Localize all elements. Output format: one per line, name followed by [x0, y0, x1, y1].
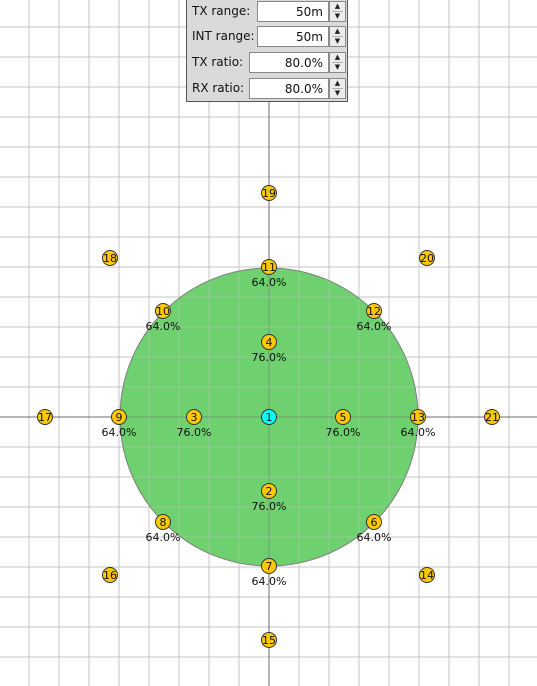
- node-percent-label: 64.0%: [102, 426, 137, 439]
- node-id-label: 5: [340, 411, 347, 424]
- node-id-label: 6: [371, 516, 378, 529]
- rx-ratio-label: RX ratio:: [192, 81, 245, 95]
- node-percent-label: 64.0%: [146, 531, 181, 544]
- node-14[interactable]: 14: [419, 567, 435, 583]
- tx-range-row: TX range: 50m ▲ ▼: [187, 0, 347, 24]
- node-id-label: 18: [103, 252, 117, 265]
- node-percent-label: 76.0%: [326, 426, 361, 439]
- node-percent-label: 76.0%: [252, 351, 287, 364]
- radio-settings-panel: TX range: 50m ▲ ▼ INT range: 50m ▲ ▼ TX …: [186, 0, 348, 102]
- node-id-label: 13: [411, 411, 425, 424]
- node-id-label: 17: [38, 411, 52, 424]
- node-id-label: 19: [262, 187, 276, 200]
- node-id-label: 3: [191, 411, 198, 424]
- node-1[interactable]: 1: [261, 409, 277, 425]
- node-id-label: 8: [160, 516, 167, 529]
- node-21[interactable]: 21: [484, 409, 500, 425]
- node-17[interactable]: 17: [37, 409, 53, 425]
- node-19[interactable]: 19: [261, 185, 277, 201]
- node-percent-label: 64.0%: [401, 426, 436, 439]
- node-id-label: 21: [485, 411, 499, 424]
- node-percent-label: 64.0%: [357, 531, 392, 544]
- up-arrow-icon[interactable]: ▲: [332, 79, 343, 89]
- up-arrow-icon[interactable]: ▲: [332, 27, 343, 37]
- node-id-label: 10: [156, 305, 170, 318]
- node-id-label: 12: [367, 305, 381, 318]
- node-18[interactable]: 18: [102, 250, 118, 266]
- node-id-label: 20: [420, 252, 434, 265]
- network-canvas[interactable]: 1276.0%376.0%476.0%576.0%664.0%764.0%864…: [0, 0, 537, 686]
- down-arrow-icon[interactable]: ▼: [332, 37, 343, 46]
- tx-ratio-row: TX ratio: 80.0% ▲ ▼: [187, 51, 347, 75]
- tx-ratio-spinner[interactable]: ▲ ▼: [329, 52, 346, 73]
- node-id-label: 7: [266, 560, 273, 573]
- node-percent-label: 76.0%: [252, 500, 287, 513]
- node-percent-label: 64.0%: [252, 276, 287, 289]
- node-id-label: 4: [266, 336, 273, 349]
- node-id-label: 15: [262, 634, 276, 647]
- node-15[interactable]: 15: [261, 632, 277, 648]
- down-arrow-icon[interactable]: ▼: [332, 63, 343, 72]
- int-range-spinner[interactable]: ▲ ▼: [329, 26, 346, 47]
- tx-ratio-label: TX ratio:: [192, 55, 244, 69]
- node-id-label: 11: [262, 261, 276, 274]
- node-percent-label: 64.0%: [146, 320, 181, 333]
- node-id-label: 14: [420, 569, 434, 582]
- rx-ratio-field[interactable]: 80.0%: [249, 78, 329, 99]
- int-range-field[interactable]: 50m: [257, 26, 329, 47]
- node-percent-label: 64.0%: [252, 575, 287, 588]
- node-id-label: 2: [266, 485, 273, 498]
- node-20[interactable]: 20: [419, 250, 435, 266]
- node-id-label: 1: [266, 411, 273, 424]
- down-arrow-icon[interactable]: ▼: [332, 89, 343, 98]
- rx-ratio-row: RX ratio: 80.0% ▲ ▼: [187, 77, 347, 101]
- node-percent-label: 76.0%: [177, 426, 212, 439]
- tx-range-field[interactable]: 50m: [257, 1, 329, 22]
- node-id-label: 16: [103, 569, 117, 582]
- node-percent-label: 64.0%: [357, 320, 392, 333]
- int-range-label: INT range:: [192, 29, 255, 43]
- up-arrow-icon[interactable]: ▲: [332, 2, 343, 12]
- down-arrow-icon[interactable]: ▼: [332, 12, 343, 21]
- tx-ratio-field[interactable]: 80.0%: [249, 52, 329, 73]
- tx-range-label: TX range:: [192, 4, 251, 18]
- rx-ratio-spinner[interactable]: ▲ ▼: [329, 78, 346, 99]
- int-range-row: INT range: 50m ▲ ▼: [187, 25, 347, 49]
- tx-range-spinner[interactable]: ▲ ▼: [329, 1, 346, 22]
- up-arrow-icon[interactable]: ▲: [332, 53, 343, 63]
- node-16[interactable]: 16: [102, 567, 118, 583]
- node-id-label: 9: [116, 411, 123, 424]
